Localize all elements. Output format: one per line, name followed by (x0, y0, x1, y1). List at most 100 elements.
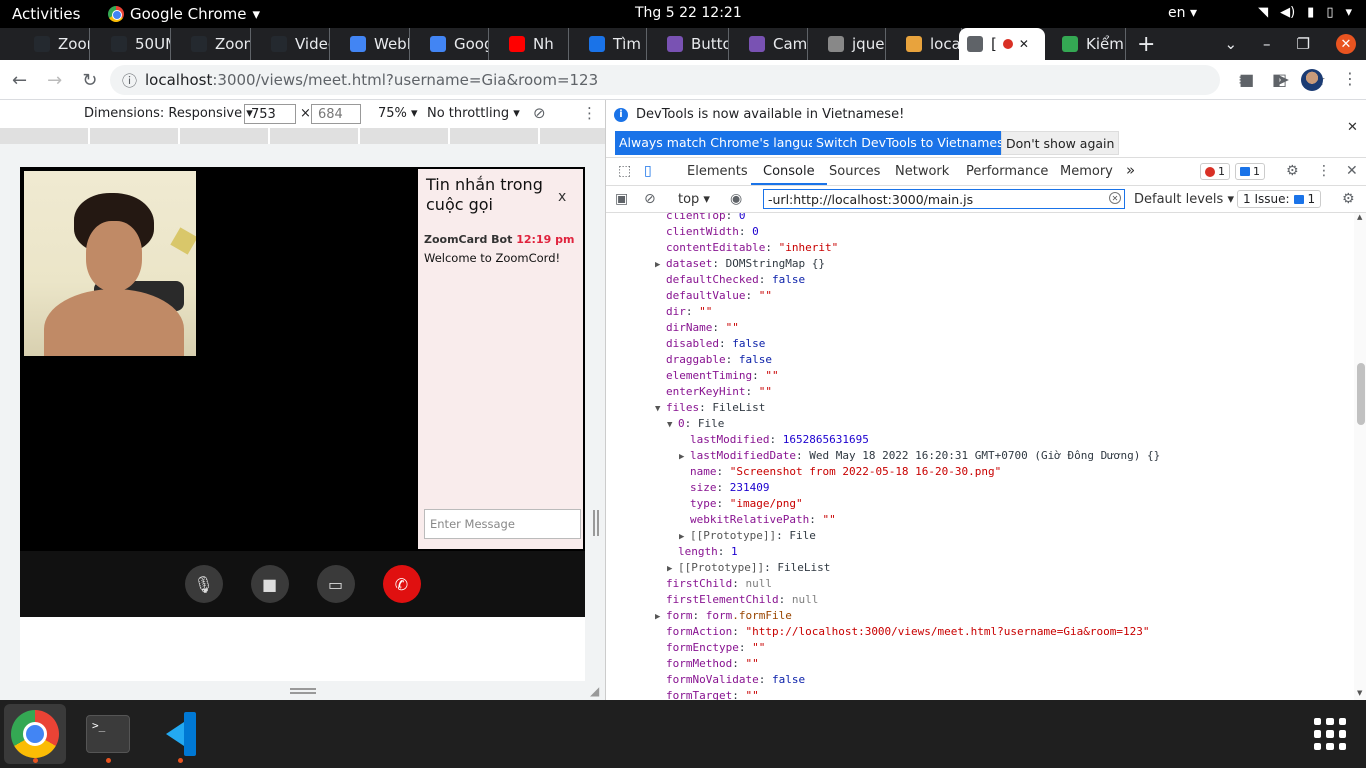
height-input[interactable]: 684 (311, 104, 361, 124)
tab-console[interactable]: Console (763, 164, 815, 179)
collapsed-arrow-icon[interactable]: ▶ (655, 609, 666, 625)
chat-message-input[interactable]: Enter Message (424, 509, 581, 539)
media-query-ruler[interactable] (0, 128, 605, 144)
show-applications-icon[interactable] (1314, 718, 1346, 750)
message-count-badge[interactable]: 1 (1235, 163, 1265, 180)
more-options-icon[interactable]: ⋮ (582, 104, 597, 122)
browser-tab[interactable]: Came (733, 28, 808, 60)
tab-memory[interactable]: Memory (1060, 164, 1113, 179)
chat-close-button[interactable]: x (558, 189, 566, 205)
console-property-row[interactable]: ▶ [[Prototype]]: File (679, 528, 816, 545)
clear-filter-icon[interactable]: ✕ (1109, 192, 1121, 204)
expanded-arrow-icon[interactable]: ▼ (667, 417, 678, 433)
console-settings-gear-icon[interactable]: ⚙ (1342, 191, 1355, 207)
settings-gear-icon[interactable]: ⚙ (1286, 163, 1299, 179)
browser-tab[interactable]: Googl (414, 28, 489, 60)
scroll-down-arrow-icon[interactable]: ▼ (1357, 689, 1362, 697)
tab-network[interactable]: Network (895, 164, 949, 179)
browser-tab[interactable]: Butto (651, 28, 729, 60)
profile-avatar[interactable] (1301, 69, 1323, 91)
collapsed-arrow-icon[interactable]: ▶ (679, 529, 690, 545)
sidebar-toggle-icon[interactable]: ▣ (615, 191, 628, 207)
tab-sources[interactable]: Sources (829, 164, 880, 179)
forward-arrow-icon[interactable]: → (47, 70, 62, 91)
console-property-row[interactable]: ▶ lastModifiedDate: Wed May 18 2022 16:20… (679, 448, 1160, 465)
console-scrollbar[interactable]: ▲ ▼ (1354, 213, 1366, 700)
browser-tab[interactable]: WebR (334, 28, 410, 60)
browser-tab[interactable]: Zoom (18, 28, 90, 60)
browser-tab[interactable]: [✕ (959, 28, 1045, 60)
dock-vscode[interactable] (149, 704, 211, 764)
browser-tab[interactable]: jquer (812, 28, 886, 60)
console-property-row[interactable]: ▼ files: FileList (655, 400, 765, 417)
new-tab-button[interactable]: + (1137, 32, 1155, 57)
dock-chrome[interactable] (4, 704, 66, 764)
width-input[interactable]: 753 (244, 104, 296, 124)
input-language[interactable]: en ▾ (1168, 5, 1197, 21)
file-button[interactable]: ▭ (316, 565, 355, 603)
expanded-arrow-icon[interactable]: ▼ (655, 401, 666, 417)
reload-icon[interactable]: ↻ (82, 70, 97, 91)
site-info-icon[interactable]: ⓘ (122, 70, 137, 91)
dimensions-select[interactable]: Dimensions: Responsive ▾ (84, 106, 253, 121)
side-panel-icon[interactable]: ◧ (1272, 70, 1287, 89)
console-property-row[interactable]: ▶ [[Prototype]]: FileList (667, 560, 830, 577)
activities-button[interactable]: Activities (12, 5, 80, 23)
console-property-row[interactable]: ▼ 0: File (667, 416, 724, 433)
error-count-badge[interactable]: 1 (1200, 163, 1230, 180)
issues-button[interactable]: 1 Issue: 1 (1237, 190, 1322, 208)
infobar-close-icon[interactable]: ✕ (1347, 120, 1358, 135)
microphone-button[interactable]: 🎙 (184, 565, 223, 603)
console-filter-input[interactable]: -url:http://localhost:3000/main.js (763, 189, 1125, 209)
tab-elements[interactable]: Elements (687, 164, 748, 179)
scroll-up-arrow-icon[interactable]: ▲ (1357, 213, 1362, 221)
console-property-row[interactable]: ▶ dataset: DOMStringMap {} (655, 256, 825, 273)
collapsed-arrow-icon[interactable]: ▶ (667, 561, 678, 577)
browser-tab[interactable]: Zoom (175, 28, 251, 60)
dont-show-again-button[interactable]: Don't show again (1001, 131, 1120, 155)
console-property-row[interactable]: ▶ form: form.formFile (655, 608, 792, 625)
browser-tab[interactable]: Video (255, 28, 330, 60)
clock[interactable]: Thg 5 22 12:21 (635, 5, 742, 21)
app-menu[interactable]: Google Chrome ▾ (108, 5, 260, 23)
log-levels-select[interactable]: Default levels ▾ (1134, 192, 1234, 207)
back-arrow-icon[interactable]: ← (12, 70, 27, 91)
minimize-button[interactable]: – (1263, 35, 1271, 53)
browser-tab[interactable]: 50UM (95, 28, 171, 60)
more-tabs-button[interactable]: » (1126, 161, 1135, 179)
inspect-element-icon[interactable]: ⬚ (618, 163, 631, 179)
viewport-bottom-resize-handle[interactable] (290, 688, 316, 694)
live-expression-eye-icon[interactable]: ◉ (730, 191, 742, 207)
collapsed-arrow-icon[interactable]: ▶ (655, 257, 666, 273)
viewport-corner-resize-handle[interactable]: ◢ (590, 684, 599, 698)
devtools-menu-icon[interactable]: ⋮ (1317, 163, 1331, 179)
viewport-side-resize-handle[interactable] (593, 510, 599, 536)
zoom-select[interactable]: 75% ▾ (378, 106, 418, 121)
tab-search-icon[interactable]: ⌄ (1224, 35, 1237, 53)
browser-tab[interactable]: Tìm h (573, 28, 647, 60)
browser-tab[interactable]: Nh (493, 28, 569, 60)
throttling-select[interactable]: No throttling ▾ (427, 106, 520, 121)
tab-performance[interactable]: Performance (966, 164, 1048, 179)
close-window-button[interactable]: ✕ (1336, 34, 1356, 54)
browser-tab[interactable]: localh (890, 28, 962, 60)
scrollbar-thumb[interactable] (1357, 363, 1365, 425)
dock-terminal[interactable]: >_ (77, 704, 139, 764)
end-call-button[interactable]: ✆ (382, 565, 421, 603)
collapsed-arrow-icon[interactable]: ▶ (679, 449, 690, 465)
device-toggle-icon[interactable]: ▯ (644, 163, 652, 179)
maximize-button[interactable]: ❐ (1297, 35, 1310, 53)
clear-console-icon[interactable]: ⊘ (644, 191, 656, 207)
rotate-icon[interactable]: ⊘ (533, 104, 546, 122)
camera-button[interactable]: ■ (250, 565, 289, 603)
address-bar[interactable]: ⓘ localhost:3000/views/meet.html?usernam… (110, 65, 1220, 95)
menu-dots-icon[interactable]: ⋮ (1342, 69, 1358, 88)
match-language-button[interactable]: Always match Chrome's language (615, 131, 836, 155)
console-output[interactable]: clientTop: 0 clientWidth: 0 contentEditabl… (606, 213, 1354, 700)
switch-language-button[interactable]: Switch DevTools to Vietnamese (812, 131, 1016, 155)
system-tray[interactable]: ◥ ◀) ▮ ▯ ▾ (1258, 5, 1352, 20)
tab-close-icon[interactable]: ✕ (1019, 37, 1029, 51)
browser-tab[interactable]: Kiểm (1046, 28, 1126, 60)
reading-list-icon[interactable]: ≡ (1238, 70, 1251, 89)
devtools-close-icon[interactable]: ✕ (1346, 163, 1358, 179)
